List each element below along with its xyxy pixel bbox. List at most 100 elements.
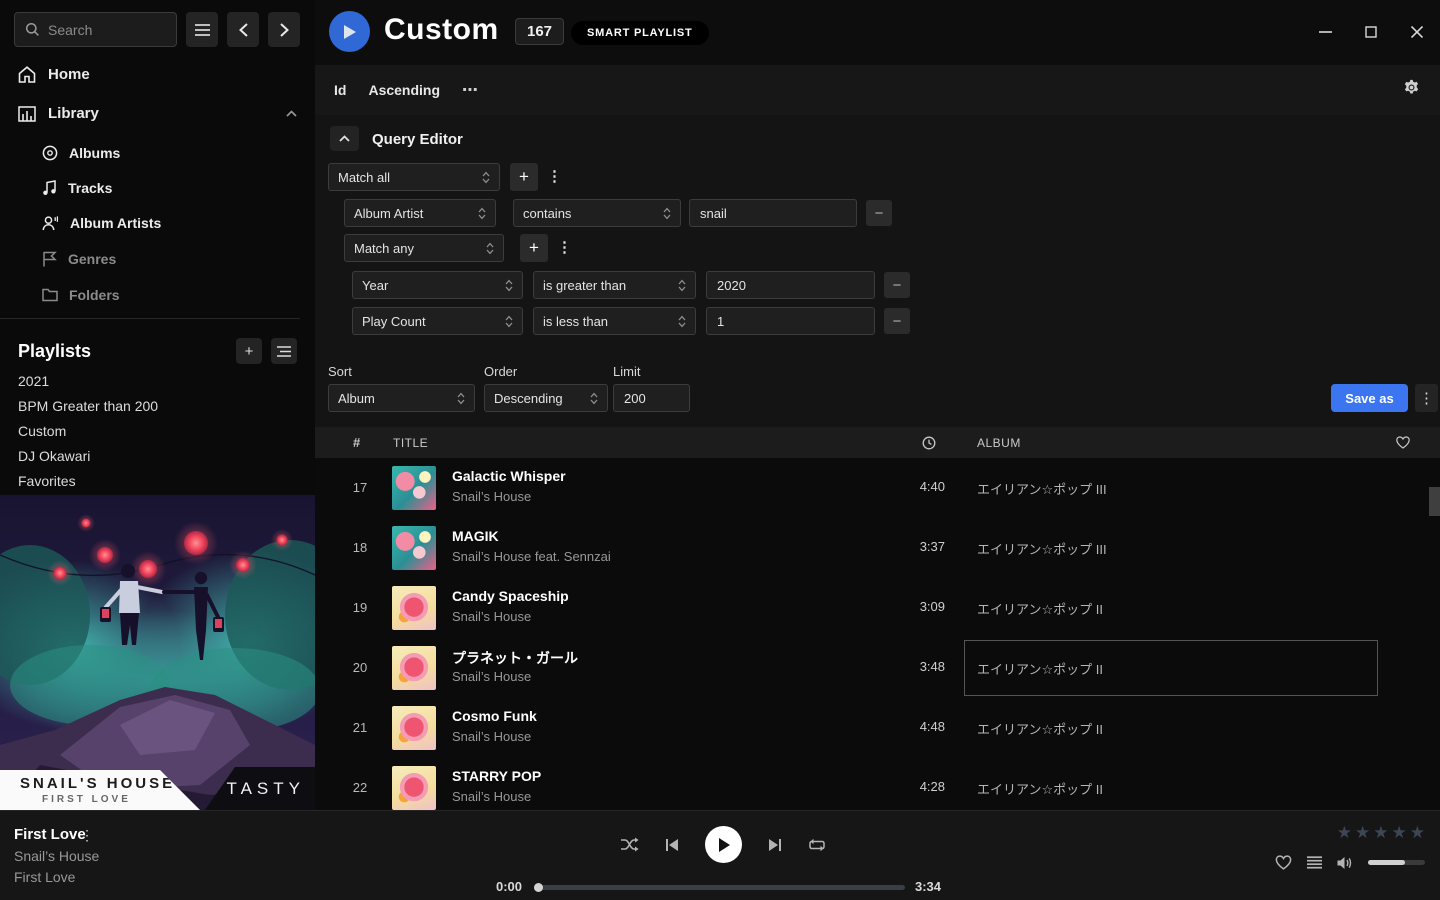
rule3-field-select[interactable]: Play Count — [352, 307, 523, 335]
order-label: Order — [484, 364, 517, 379]
search-input[interactable]: Search — [14, 12, 177, 47]
sort-select[interactable]: Album — [328, 384, 475, 412]
track-album: エイリアン☆ポップ II — [977, 599, 1103, 618]
track-artist: Snail’s House — [452, 489, 531, 504]
match-select-2[interactable]: Match any — [344, 234, 504, 262]
table-row[interactable]: 18 MAGIK Snail’s House feat. Sennzai 3:3… — [315, 518, 1440, 578]
playlist-item-dj-okawari[interactable]: DJ Okawari — [18, 448, 90, 464]
playlist-item-custom[interactable]: Custom — [18, 423, 66, 439]
add-playlist-button[interactable]: + — [236, 338, 262, 364]
select-arrows-icon — [482, 171, 490, 184]
queue-icon[interactable] — [1307, 856, 1322, 869]
favorite-heart-icon[interactable] — [1275, 855, 1292, 870]
player-bar: First Love ⋮ Snail’s House First Love 0:… — [0, 810, 1440, 900]
favorite-heart-icon[interactable] — [1396, 436, 1410, 449]
sort-order-button[interactable]: Ascending — [368, 82, 440, 98]
save-as-button[interactable]: Save as — [1331, 384, 1408, 412]
chevron-up-icon[interactable] — [286, 110, 297, 117]
menu-button[interactable] — [186, 12, 218, 47]
sort-field-button[interactable]: Id — [334, 82, 346, 98]
hamburger-icon — [195, 24, 210, 36]
window-maximize-button[interactable] — [1356, 18, 1386, 46]
star-icon[interactable]: ★ — [1373, 823, 1388, 843]
rule1-field-select[interactable]: Album Artist — [344, 199, 496, 227]
rule2-value-input[interactable]: 2020 — [706, 271, 875, 299]
total-time: 3:34 — [915, 879, 967, 894]
order-select[interactable]: Descending — [484, 384, 608, 412]
play-playlist-button[interactable] — [329, 11, 370, 52]
star-icon[interactable]: ★ — [1410, 823, 1425, 843]
shuffle-button[interactable] — [620, 837, 639, 852]
window-close-button[interactable] — [1402, 18, 1432, 46]
star-icon[interactable]: ★ — [1355, 823, 1370, 843]
list-toolbar: Id Ascending ⋯ — [315, 65, 1440, 115]
star-icon[interactable]: ★ — [1337, 823, 1352, 843]
rule3-operator-select[interactable]: is less than — [533, 307, 696, 335]
duration-clock-icon[interactable] — [922, 436, 936, 450]
sidebar-item-library[interactable]: Library — [18, 105, 297, 122]
rule1-operator-select[interactable]: contains — [513, 199, 681, 227]
seek-bar[interactable] — [535, 885, 905, 890]
now-playing-title: First Love — [14, 826, 86, 843]
track-duration: 3:09 — [885, 599, 945, 614]
playlist-item-2021[interactable]: 2021 — [18, 373, 49, 389]
sidebar-item-genres[interactable]: Genres — [42, 251, 116, 267]
table-row[interactable]: 22 STARRY POP Snail’s House 4:28 エイリアン☆ポ… — [315, 758, 1440, 810]
volume-slider[interactable] — [1368, 860, 1425, 865]
column-album[interactable]: ALBUM — [977, 436, 1021, 450]
table-row[interactable]: 17 Galactic Whisper Snail’s House 4:40 エ… — [315, 458, 1440, 518]
previous-track-button[interactable] — [665, 838, 679, 852]
limit-input[interactable]: 200 — [613, 384, 690, 412]
select-arrows-icon — [478, 207, 486, 220]
library-icon — [18, 106, 36, 122]
next-track-button[interactable] — [768, 838, 782, 852]
track-title: Galactic Whisper — [452, 468, 566, 484]
add-rule-button-1[interactable]: + — [510, 163, 538, 191]
forward-button[interactable] — [268, 12, 300, 47]
sidebar-item-tracks[interactable]: Tracks — [42, 180, 112, 196]
rule3-value-input[interactable]: 1 — [706, 307, 875, 335]
sidebar-item-folders[interactable]: Folders — [42, 287, 120, 303]
seek-knob[interactable] — [534, 883, 543, 892]
column-index[interactable]: # — [353, 435, 361, 450]
table-row[interactable]: 20 プラネット・ガール Snail’s House 3:48 エイリアン☆ポッ… — [315, 638, 1440, 698]
select-arrows-icon — [457, 392, 465, 405]
track-title: プラネット・ガール — [452, 648, 578, 668]
now-playing-menu-button[interactable]: ⋮ — [80, 827, 94, 844]
column-title[interactable]: TITLE — [393, 436, 428, 450]
add-rule-button-2[interactable]: + — [520, 234, 548, 262]
sidebar-item-albums[interactable]: Albums — [42, 145, 120, 161]
sidebar-item-home[interactable]: Home — [18, 66, 90, 83]
star-icon[interactable]: ★ — [1392, 823, 1407, 843]
track-album: エイリアン☆ポップ II — [977, 659, 1103, 678]
match-select-1[interactable]: Match all — [328, 163, 500, 191]
playlist-list-button[interactable] — [271, 338, 297, 364]
settings-gear-icon[interactable] — [1403, 79, 1420, 96]
scrollbar-thumb[interactable] — [1429, 487, 1440, 516]
back-button[interactable] — [227, 12, 259, 47]
window-minimize-button[interactable] — [1310, 18, 1340, 46]
list-icon — [277, 346, 291, 357]
album-cover-thumb — [392, 706, 436, 750]
remove-rule3-button[interactable]: − — [884, 308, 910, 334]
table-row[interactable]: 19 Candy Spaceship Snail’s House 3:09 エイ… — [315, 578, 1440, 638]
rule2-field-select[interactable]: Year — [352, 271, 523, 299]
rule1-value-input[interactable]: snail — [689, 199, 857, 227]
home-icon — [18, 66, 36, 83]
table-row[interactable]: 21 Cosmo Funk Snail’s House 4:48 エイリアン☆ポ… — [315, 698, 1440, 758]
save-menu-button[interactable]: ⋮ — [1415, 384, 1438, 412]
play-pause-button[interactable] — [705, 826, 742, 863]
sidebar-item-album-artists[interactable]: Album Artists — [42, 215, 161, 231]
collapse-query-button[interactable] — [330, 126, 359, 151]
group-menu-button-1[interactable]: ⋮ — [547, 167, 562, 185]
playlist-item-bpm[interactable]: BPM Greater than 200 — [18, 398, 158, 414]
playlist-item-favorites[interactable]: Favorites — [18, 473, 76, 489]
rule2-operator-select[interactable]: is greater than — [533, 271, 696, 299]
play-icon — [342, 24, 357, 40]
repeat-button[interactable] — [808, 838, 826, 852]
volume-icon[interactable] — [1337, 856, 1353, 870]
group-menu-button-2[interactable]: ⋮ — [557, 238, 572, 256]
remove-rule2-button[interactable]: − — [884, 272, 910, 298]
more-options-button[interactable]: ⋯ — [462, 80, 479, 100]
remove-rule1-button[interactable]: − — [866, 200, 892, 226]
